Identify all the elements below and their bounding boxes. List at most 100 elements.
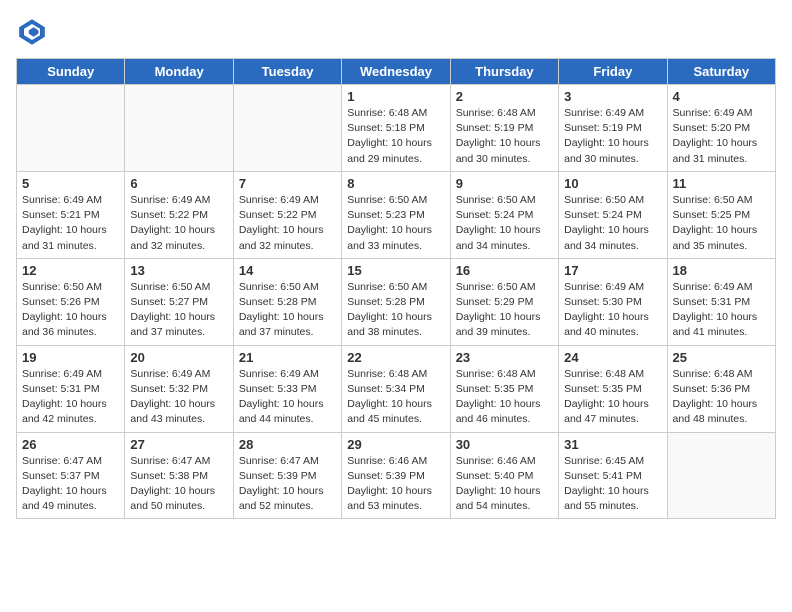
calendar-week-row: 26 Sunrise: 6:47 AM Sunset: 5:37 PM Dayli… bbox=[17, 432, 776, 519]
day-number: 6 bbox=[130, 176, 227, 191]
calendar-day-cell: 3Sunrise: 6:49 AM Sunset: 5:19 PM Daylig… bbox=[559, 85, 667, 172]
calendar-day-cell bbox=[667, 432, 775, 519]
day-detail: Sunrise: 6:50 AM Sunset: 5:24 PM Dayligh… bbox=[564, 193, 661, 254]
calendar-day-cell: 5Sunrise: 6:49 AM Sunset: 5:21 PM Daylig… bbox=[17, 171, 125, 258]
calendar-day-cell: 27Sunrise: 6:47 AM Sunset: 5:38 PM Dayli… bbox=[125, 432, 233, 519]
calendar-week-row: 1 Sunrise: 6:48 AM Sunset: 5:18 PM Daylig… bbox=[17, 85, 776, 172]
calendar-day-cell: 30 Sunrise: 6:46 AM Sunset: 5:40 PM Dayli… bbox=[450, 432, 558, 519]
day-detail: Sunrise: 6:49 AM Sunset: 5:30 PM Dayligh… bbox=[564, 280, 661, 341]
day-detail: Sunrise: 6:45 AM Sunset: 5:41 PM Dayligh… bbox=[564, 454, 661, 515]
calendar-day-cell: 10 Sunrise: 6:50 AM Sunset: 5:24 PM Dayli… bbox=[559, 171, 667, 258]
day-detail: Sunrise: 6:50 AM Sunset: 5:24 PM Dayligh… bbox=[456, 193, 553, 254]
calendar-day-cell: 4 Sunrise: 6:49 AM Sunset: 5:20 PM Daylig… bbox=[667, 85, 775, 172]
calendar-header-row: SundayMondayTuesdayWednesdayThursdayFrid… bbox=[17, 59, 776, 85]
calendar-day-cell: 2 Sunrise: 6:48 AM Sunset: 5:19 PM Daylig… bbox=[450, 85, 558, 172]
day-detail: Sunrise: 6:50 AM Sunset: 5:28 PM Dayligh… bbox=[239, 280, 336, 341]
calendar-day-cell: 17 Sunrise: 6:49 AM Sunset: 5:30 PM Dayli… bbox=[559, 258, 667, 345]
logo bbox=[16, 16, 52, 48]
day-of-week-header: Monday bbox=[125, 59, 233, 85]
day-detail: Sunrise: 6:48 AM Sunset: 5:34 PM Dayligh… bbox=[347, 367, 444, 428]
calendar-day-cell: 1 Sunrise: 6:48 AM Sunset: 5:18 PM Daylig… bbox=[342, 85, 450, 172]
day-detail: Sunrise: 6:48 AM Sunset: 5:35 PM Dayligh… bbox=[564, 367, 661, 428]
day-of-week-header: Thursday bbox=[450, 59, 558, 85]
calendar-day-cell: 7 Sunrise: 6:49 AM Sunset: 5:22 PM Daylig… bbox=[233, 171, 341, 258]
calendar-day-cell: 24 Sunrise: 6:48 AM Sunset: 5:35 PM Dayli… bbox=[559, 345, 667, 432]
day-detail: Sunrise: 6:46 AM Sunset: 5:39 PM Dayligh… bbox=[347, 454, 444, 515]
day-number: 26 bbox=[22, 437, 119, 452]
day-detail: Sunrise: 6:49 AM Sunset: 5:20 PM Dayligh… bbox=[673, 106, 770, 167]
calendar-day-cell: 6 Sunrise: 6:49 AM Sunset: 5:22 PM Daylig… bbox=[125, 171, 233, 258]
calendar-day-cell: 25Sunrise: 6:48 AM Sunset: 5:36 PM Dayli… bbox=[667, 345, 775, 432]
calendar-day-cell: 20 Sunrise: 6:49 AM Sunset: 5:32 PM Dayli… bbox=[125, 345, 233, 432]
day-number: 15 bbox=[347, 263, 444, 278]
page-header bbox=[16, 16, 776, 48]
day-detail: Sunrise: 6:48 AM Sunset: 5:18 PM Dayligh… bbox=[347, 106, 444, 167]
calendar-day-cell: 15 Sunrise: 6:50 AM Sunset: 5:28 PM Dayli… bbox=[342, 258, 450, 345]
calendar-day-cell: 16 Sunrise: 6:50 AM Sunset: 5:29 PM Dayli… bbox=[450, 258, 558, 345]
day-of-week-header: Saturday bbox=[667, 59, 775, 85]
day-number: 1 bbox=[347, 89, 444, 104]
day-number: 19 bbox=[22, 350, 119, 365]
day-number: 2 bbox=[456, 89, 553, 104]
day-detail: Sunrise: 6:46 AM Sunset: 5:40 PM Dayligh… bbox=[456, 454, 553, 515]
day-of-week-header: Friday bbox=[559, 59, 667, 85]
calendar-day-cell: 8Sunrise: 6:50 AM Sunset: 5:23 PM Daylig… bbox=[342, 171, 450, 258]
day-detail: Sunrise: 6:50 AM Sunset: 5:25 PM Dayligh… bbox=[673, 193, 770, 254]
calendar-day-cell: 29 Sunrise: 6:46 AM Sunset: 5:39 PM Dayli… bbox=[342, 432, 450, 519]
day-number: 29 bbox=[347, 437, 444, 452]
calendar-week-row: 12 Sunrise: 6:50 AM Sunset: 5:26 PM Dayli… bbox=[17, 258, 776, 345]
calendar-day-cell bbox=[233, 85, 341, 172]
day-detail: Sunrise: 6:50 AM Sunset: 5:28 PM Dayligh… bbox=[347, 280, 444, 341]
day-number: 18 bbox=[673, 263, 770, 278]
calendar-day-cell: 18 Sunrise: 6:49 AM Sunset: 5:31 PM Dayli… bbox=[667, 258, 775, 345]
calendar-day-cell: 23Sunrise: 6:48 AM Sunset: 5:35 PM Dayli… bbox=[450, 345, 558, 432]
day-number: 13 bbox=[130, 263, 227, 278]
calendar-week-row: 19 Sunrise: 6:49 AM Sunset: 5:31 PM Dayli… bbox=[17, 345, 776, 432]
calendar-day-cell bbox=[17, 85, 125, 172]
calendar-day-cell: 11 Sunrise: 6:50 AM Sunset: 5:25 PM Dayli… bbox=[667, 171, 775, 258]
day-number: 5 bbox=[22, 176, 119, 191]
day-number: 23 bbox=[456, 350, 553, 365]
day-number: 7 bbox=[239, 176, 336, 191]
calendar-week-row: 5Sunrise: 6:49 AM Sunset: 5:21 PM Daylig… bbox=[17, 171, 776, 258]
calendar-day-cell: 12 Sunrise: 6:50 AM Sunset: 5:26 PM Dayli… bbox=[17, 258, 125, 345]
day-detail: Sunrise: 6:50 AM Sunset: 5:27 PM Dayligh… bbox=[130, 280, 227, 341]
day-detail: Sunrise: 6:50 AM Sunset: 5:26 PM Dayligh… bbox=[22, 280, 119, 341]
day-detail: Sunrise: 6:47 AM Sunset: 5:39 PM Dayligh… bbox=[239, 454, 336, 515]
day-number: 16 bbox=[456, 263, 553, 278]
day-of-week-header: Wednesday bbox=[342, 59, 450, 85]
day-number: 9 bbox=[456, 176, 553, 191]
calendar-day-cell: 13 Sunrise: 6:50 AM Sunset: 5:27 PM Dayli… bbox=[125, 258, 233, 345]
calendar-day-cell: 28 Sunrise: 6:47 AM Sunset: 5:39 PM Dayli… bbox=[233, 432, 341, 519]
day-number: 28 bbox=[239, 437, 336, 452]
day-of-week-header: Tuesday bbox=[233, 59, 341, 85]
day-detail: Sunrise: 6:49 AM Sunset: 5:22 PM Dayligh… bbox=[130, 193, 227, 254]
day-detail: Sunrise: 6:50 AM Sunset: 5:23 PM Dayligh… bbox=[347, 193, 444, 254]
day-detail: Sunrise: 6:48 AM Sunset: 5:36 PM Dayligh… bbox=[673, 367, 770, 428]
day-detail: Sunrise: 6:47 AM Sunset: 5:37 PM Dayligh… bbox=[22, 454, 119, 515]
day-number: 11 bbox=[673, 176, 770, 191]
day-number: 22 bbox=[347, 350, 444, 365]
day-detail: Sunrise: 6:49 AM Sunset: 5:32 PM Dayligh… bbox=[130, 367, 227, 428]
day-detail: Sunrise: 6:49 AM Sunset: 5:22 PM Dayligh… bbox=[239, 193, 336, 254]
day-detail: Sunrise: 6:50 AM Sunset: 5:29 PM Dayligh… bbox=[456, 280, 553, 341]
calendar-day-cell: 9 Sunrise: 6:50 AM Sunset: 5:24 PM Daylig… bbox=[450, 171, 558, 258]
day-detail: Sunrise: 6:48 AM Sunset: 5:19 PM Dayligh… bbox=[456, 106, 553, 167]
day-number: 20 bbox=[130, 350, 227, 365]
day-number: 31 bbox=[564, 437, 661, 452]
day-number: 4 bbox=[673, 89, 770, 104]
calendar-day-cell: 21Sunrise: 6:49 AM Sunset: 5:33 PM Dayli… bbox=[233, 345, 341, 432]
calendar-table: SundayMondayTuesdayWednesdayThursdayFrid… bbox=[16, 58, 776, 519]
day-number: 10 bbox=[564, 176, 661, 191]
day-detail: Sunrise: 6:49 AM Sunset: 5:31 PM Dayligh… bbox=[22, 367, 119, 428]
day-number: 17 bbox=[564, 263, 661, 278]
day-number: 12 bbox=[22, 263, 119, 278]
day-number: 24 bbox=[564, 350, 661, 365]
calendar-day-cell: 26 Sunrise: 6:47 AM Sunset: 5:37 PM Dayli… bbox=[17, 432, 125, 519]
logo-icon bbox=[16, 16, 48, 48]
day-number: 30 bbox=[456, 437, 553, 452]
day-number: 14 bbox=[239, 263, 336, 278]
calendar-day-cell: 22 Sunrise: 6:48 AM Sunset: 5:34 PM Dayli… bbox=[342, 345, 450, 432]
day-detail: Sunrise: 6:49 AM Sunset: 5:31 PM Dayligh… bbox=[673, 280, 770, 341]
day-detail: Sunrise: 6:49 AM Sunset: 5:19 PM Dayligh… bbox=[564, 106, 661, 167]
